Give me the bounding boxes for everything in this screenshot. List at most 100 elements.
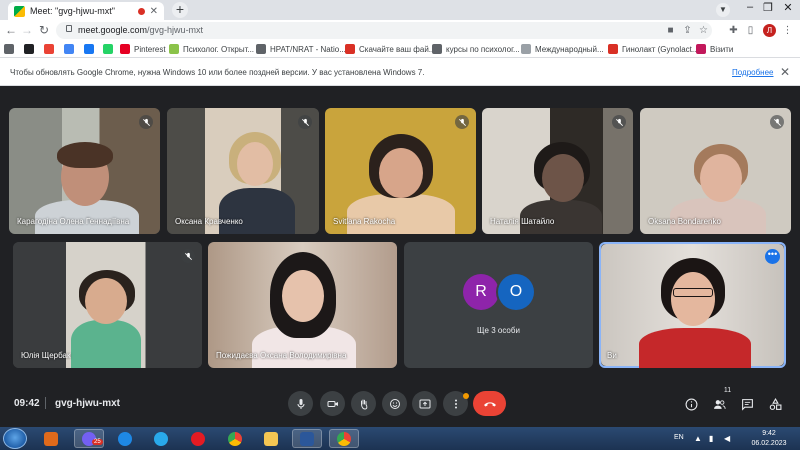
participant-face [85, 278, 127, 324]
tray-arrow-icon[interactable]: ▲ [694, 434, 702, 443]
bookmark-item[interactable] [24, 43, 34, 55]
side-panel-icon[interactable]: ▯ [744, 24, 757, 37]
avatar-o: O [498, 274, 534, 310]
recording-indicator-icon [137, 7, 145, 15]
camera-button[interactable] [320, 391, 345, 416]
bookmark-item[interactable]: Pinterest [120, 43, 166, 55]
media-player-icon[interactable] [36, 429, 66, 448]
word-icon[interactable] [292, 429, 322, 448]
tile-options-icon[interactable]: ••• [765, 249, 780, 264]
restore-icon[interactable]: ❐ [760, 1, 776, 14]
others-tile[interactable]: R O Ще 3 особи [404, 242, 593, 368]
bookmark-item[interactable] [103, 43, 113, 55]
notification-dot [463, 393, 469, 399]
bookmark-item[interactable] [64, 43, 74, 55]
meeting-time: 09:42 [14, 398, 40, 409]
close-window-icon[interactable]: ✕ [780, 1, 796, 14]
participant-count: 11 [723, 387, 732, 394]
cross-icon [608, 44, 618, 54]
whatsapp-icon [103, 44, 113, 54]
download-icon [345, 44, 355, 54]
participant-tile[interactable]: Svitlana Rakocha [325, 108, 476, 234]
network-icon[interactable]: ▮ [709, 434, 713, 443]
reactions-button[interactable] [382, 391, 407, 416]
bookmark-star-icon[interactable]: ☆ [697, 24, 710, 37]
bookmark-label: Скачайте ваш фай... [359, 44, 436, 54]
self-tile[interactable]: ••• Ви [599, 242, 786, 368]
bookmark-label: Pinterest [134, 44, 166, 54]
meeting-details-icon[interactable] [683, 396, 699, 412]
participant-name: Пожидаєва Оксана Володимирівна [216, 351, 347, 360]
people-icon[interactable] [711, 396, 727, 412]
participant-tile[interactable]: Наталія Шатайло [482, 108, 633, 234]
participant-body [639, 328, 751, 368]
participant-name: Ви [607, 351, 617, 360]
bookmark-item[interactable] [4, 43, 14, 55]
share-icon[interactable]: ⇪ [681, 24, 694, 37]
raise-hand-button[interactable] [351, 391, 376, 416]
language-indicator[interactable]: EN [674, 434, 684, 441]
volume-icon[interactable]: ◀ [724, 434, 730, 443]
others-label: Ще 3 особи [477, 326, 520, 335]
bookmark-item[interactable]: Скачайте ваш фай... [345, 43, 435, 55]
bookmark-item[interactable]: HPAT/NRAT - Natio... [256, 43, 346, 55]
extensions-icon[interactable]: ✚ [727, 24, 740, 37]
file-explorer-icon[interactable] [256, 429, 286, 448]
activities-icon[interactable] [767, 396, 783, 412]
opera-icon[interactable] [183, 429, 213, 448]
participant-face [379, 148, 423, 198]
emoji-icon [389, 398, 400, 409]
bookmark-item[interactable]: Візити [696, 43, 733, 55]
microphone-button[interactable] [288, 391, 313, 416]
chrome-active-icon[interactable] [329, 429, 359, 448]
lock-icon[interactable] [66, 25, 72, 32]
infobar-close-icon[interactable]: ✕ [780, 65, 790, 79]
camera-in-use-icon[interactable]: ■ [664, 24, 677, 37]
url-text[interactable]: meet.google.com/gvg-hjwu-mxt [78, 25, 203, 35]
participant-tile[interactable]: Оксана Кравченко [167, 108, 319, 234]
globe-icon [432, 44, 442, 54]
hang-up-icon [483, 401, 496, 406]
infobar-learn-more-link[interactable]: Подробнее [732, 68, 774, 77]
participant-name: Юлія Щербак [21, 351, 71, 360]
participant-tile[interactable]: Юлія Щербак [13, 242, 202, 368]
participant-tile[interactable]: Oksana Bondarenko [640, 108, 791, 234]
viber-badge: 25 [92, 439, 103, 445]
blog-icon [24, 44, 34, 54]
tab-meet[interactable]: Meet: "gvg-hjwu-mxt" ✕ [8, 2, 164, 20]
internet-explorer-icon[interactable] [110, 429, 140, 448]
bookmark-item[interactable] [44, 43, 54, 55]
chat-icon[interactable] [739, 396, 755, 412]
participant-face [282, 270, 324, 322]
participant-body [670, 198, 766, 234]
book-icon [256, 44, 266, 54]
avatar-r: R [463, 274, 499, 310]
participant-tile[interactable]: Пожидаєва Оксана Володимирівна [208, 242, 397, 368]
bookmark-item[interactable]: Гинолакт (Gynolact... [608, 43, 699, 55]
profile-avatar[interactable]: Л [763, 24, 776, 37]
telegram-icon[interactable] [146, 429, 176, 448]
bookmark-item[interactable]: курсы по психолог... [432, 43, 520, 55]
participant-body [71, 320, 141, 368]
back-icon[interactable]: ← [4, 23, 18, 37]
bookmark-item[interactable]: Психолог. Открыт... [169, 43, 254, 55]
present-button[interactable] [412, 391, 437, 416]
taskbar-clock[interactable]: 9:42 06.02.2023 [748, 429, 790, 449]
tab-search-icon[interactable]: ▼ [716, 3, 730, 17]
participant-tile[interactable]: Карагодіна Олена Геннадіївна [9, 108, 160, 234]
viber-icon[interactable]: 25 [74, 429, 104, 448]
reload-icon[interactable]: ↻ [37, 23, 51, 37]
translate-icon [64, 44, 74, 54]
start-button-icon[interactable] [3, 428, 27, 449]
bookmark-item[interactable]: Международный... [521, 43, 604, 55]
new-tab-button[interactable]: + [172, 2, 188, 18]
mic-muted-icon [139, 115, 153, 129]
leave-call-button[interactable] [473, 391, 506, 416]
forward-icon[interactable]: → [20, 23, 34, 37]
close-tab-icon[interactable]: ✕ [150, 6, 158, 17]
participant-face [237, 142, 273, 186]
chrome-menu-icon[interactable]: ⋮ [781, 24, 794, 37]
chrome-taskbar-icon[interactable] [220, 429, 250, 448]
bookmark-item[interactable] [84, 43, 94, 55]
minimize-icon[interactable]: – [742, 1, 758, 13]
